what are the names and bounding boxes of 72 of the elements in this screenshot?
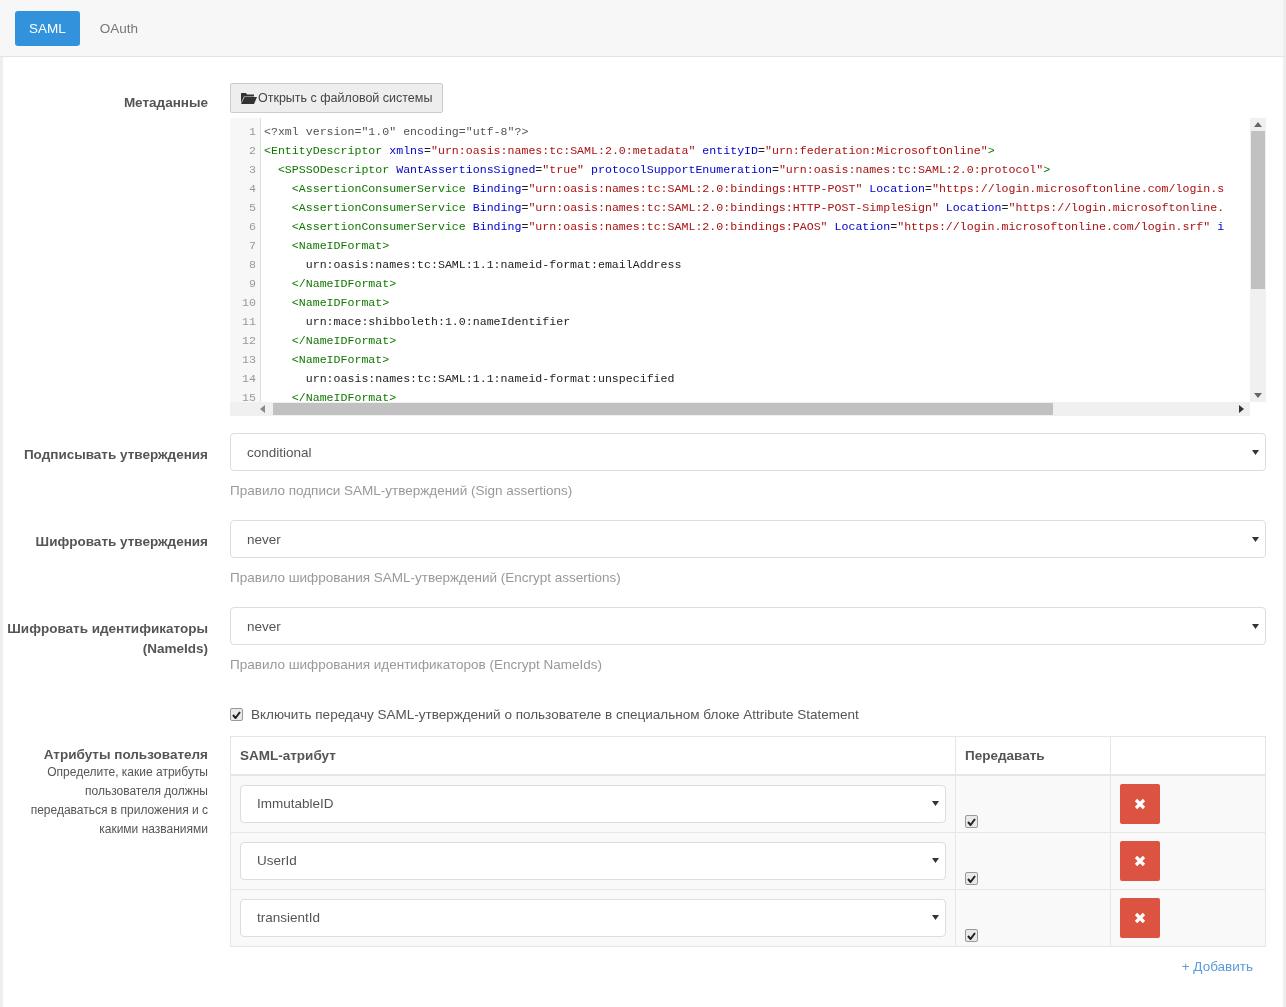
code-line: <EntityDescriptor xmlns="urn:oasis:names:tc:SAML:2.0:metadata" entityID="urn:federation:MicrosoftOnline"> [264,143,996,159]
checkbox-label: Включить передачу SAML-утверждений о пользователе в специальном блоке Attribute Statement [251,707,859,722]
caret-icon [932,858,939,863]
line-number: 12 [241,333,257,349]
tab[interactable]: OAuth [85,10,153,46]
code-line: </NameIDFormat> [290,333,398,349]
line-number: 1 [248,124,257,140]
vertical-scrollbar[interactable] [1250,118,1266,402]
close-icon [1134,911,1146,924]
caret-icon [1252,449,1259,455]
line-number: 4 [248,181,257,197]
scroll-up-icon [1254,122,1262,127]
scroll-down-icon [1254,393,1262,398]
help-text: Правило шифрования идентификаторов (Encrypt NameIds) [230,657,603,674]
delete-button[interactable] [1120,783,1160,824]
code-line: <?xml version="1.0" encoding="utf-8"?> [264,124,530,140]
field-label: Подписывать утверждения [23,446,208,464]
select-field[interactable]: never [230,607,1266,645]
field-label: Метаданные [123,95,208,110]
code-line: <NameIDFormat> [290,238,391,254]
select-field[interactable]: conditional [230,433,1266,471]
line-number: 11 [241,314,257,330]
scroll-left-icon [260,405,265,413]
checkbox[interactable] [965,929,978,942]
line-number: 8 [248,257,257,273]
line-number: 7 [248,238,257,254]
code-line: <NameIDFormat> [290,352,391,368]
help-text: Правило шифрования SAML-утверждений (Encrypt assertions) [230,570,622,587]
select-field[interactable]: transientId [240,898,946,937]
line-number: 5 [248,200,257,216]
line-number: 9 [248,276,257,292]
checkbox[interactable] [965,815,978,828]
field-label: Шифровать утверждения [35,533,208,551]
close-icon [1134,797,1146,810]
code-line: </NameIDFormat> [290,390,398,402]
code-line: urn:oasis:names:tc:SAML:1.1:nameid-format:emailAddress [304,257,683,273]
help-text: Правило подписи SAML-утверждений (Sign assertions) [230,483,574,500]
line-number: 3 [248,162,257,178]
field-description: Определите, какие атрибуты пользователя должны передаваться в приложения и с какими названиями [29,764,208,838]
select-field[interactable]: ImmutableID [240,784,946,823]
checkbox[interactable] [965,872,978,885]
code-line: urn:oasis:names:tc:SAML:1.1:nameid-format:unspecified [304,371,676,387]
scroll-right-icon [1239,405,1244,413]
code-line: </NameIDFormat> [290,276,398,292]
field-label: Атрибуты пользователя [43,747,208,762]
field-label: Шифровать идентификаторы (NameIds) [6,620,208,658]
code-line: <NameIDFormat> [290,295,391,311]
line-number: 14 [241,371,257,387]
checkbox[interactable] [230,708,243,721]
select-field[interactable]: UserId [240,841,946,880]
code-line: <AssertionConsumerService Binding="urn:oasis:names:tc:SAML:2.0:bindings:HTTP-POST-SimpleSign" Location="https://login.microsoftonline. [290,200,1226,216]
folder-icon [241,92,257,104]
code-line: <AssertionConsumerService Binding="urn:oasis:names:tc:SAML:2.0:bindings:HTTP-POST" Location="https://login.microsoftonline.com/login.s [290,181,1226,197]
close-icon [1134,854,1146,867]
line-number: 10 [241,295,257,311]
delete-button[interactable] [1120,897,1160,938]
open-file-button[interactable]: Открыть с файловой системы [230,83,444,113]
caret-icon [1252,536,1259,542]
line-number: 13 [241,352,257,368]
caret-icon [932,915,939,920]
code-line: urn:mace:shibboleth:1.0:nameIdentifier [304,314,572,330]
caret-icon [932,801,939,807]
code-line: <SPSSODescriptor WantAssertionsSigned="true" protocolSupportEnumeration="urn:oasis:names:tc:SAML:2.0:protocol"> [276,162,1052,178]
code-line: <AssertionConsumerService Binding="urn:oasis:names:tc:SAML:2.0:bindings:PAOS" Location="https://login.microsoftonline.com/login.srf" i [290,219,1226,235]
line-number: 15 [241,390,257,402]
horizontal-scrollbar[interactable] [230,402,1250,416]
caret-icon [1252,623,1259,629]
select-field[interactable]: never [230,520,1266,558]
line-number: 6 [248,219,257,235]
line-number: 2 [248,143,257,159]
delete-button[interactable] [1120,840,1160,881]
code-editor[interactable] [230,118,1266,416]
